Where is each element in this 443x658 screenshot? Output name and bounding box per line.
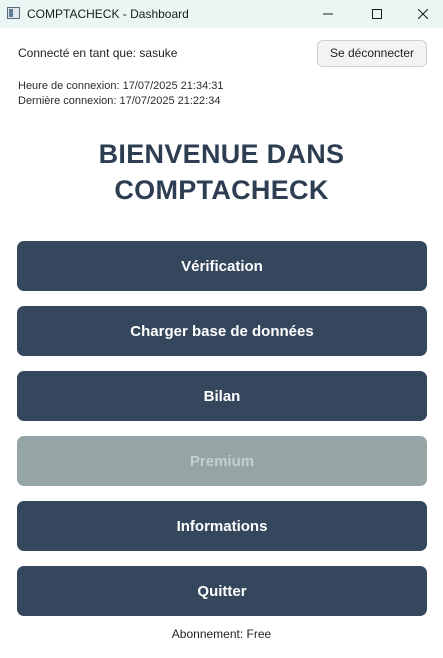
- minimize-button[interactable]: [305, 0, 351, 28]
- app-window-icon: [7, 7, 20, 19]
- maximize-icon: [372, 9, 382, 19]
- login-time-label: Heure de connexion: 17/07/2025 21:34:31: [18, 80, 224, 92]
- subscription-label: Abonnement: Free: [171, 627, 272, 641]
- quit-button[interactable]: Quitter: [17, 566, 427, 616]
- window-titlebar[interactable]: COMPTACHECK - Dashboard: [0, 0, 443, 28]
- verification-button[interactable]: Vérification: [17, 241, 427, 291]
- close-icon: [418, 9, 428, 19]
- welcome-heading: BIENVENUE DANS COMPTACHECK: [0, 136, 443, 208]
- close-button[interactable]: [400, 0, 443, 28]
- last-login-label: Dernière connexion: 17/07/2025 21:22:34: [18, 95, 221, 107]
- load-database-button[interactable]: Charger base de données: [17, 306, 427, 356]
- bilan-button[interactable]: Bilan: [17, 371, 427, 421]
- window-title: COMPTACHECK - Dashboard: [27, 7, 189, 21]
- logout-button[interactable]: Se déconnecter: [317, 40, 427, 67]
- minimize-icon: [323, 13, 333, 15]
- maximize-button[interactable]: [354, 0, 400, 28]
- informations-button[interactable]: Informations: [17, 501, 427, 551]
- premium-button: Premium: [17, 436, 427, 486]
- welcome-heading-line1: BIENVENUE DANS: [98, 139, 345, 169]
- welcome-heading-line2: COMPTACHECK: [114, 175, 329, 205]
- logged-in-user-label: Connecté en tant que: sasuke: [18, 46, 178, 60]
